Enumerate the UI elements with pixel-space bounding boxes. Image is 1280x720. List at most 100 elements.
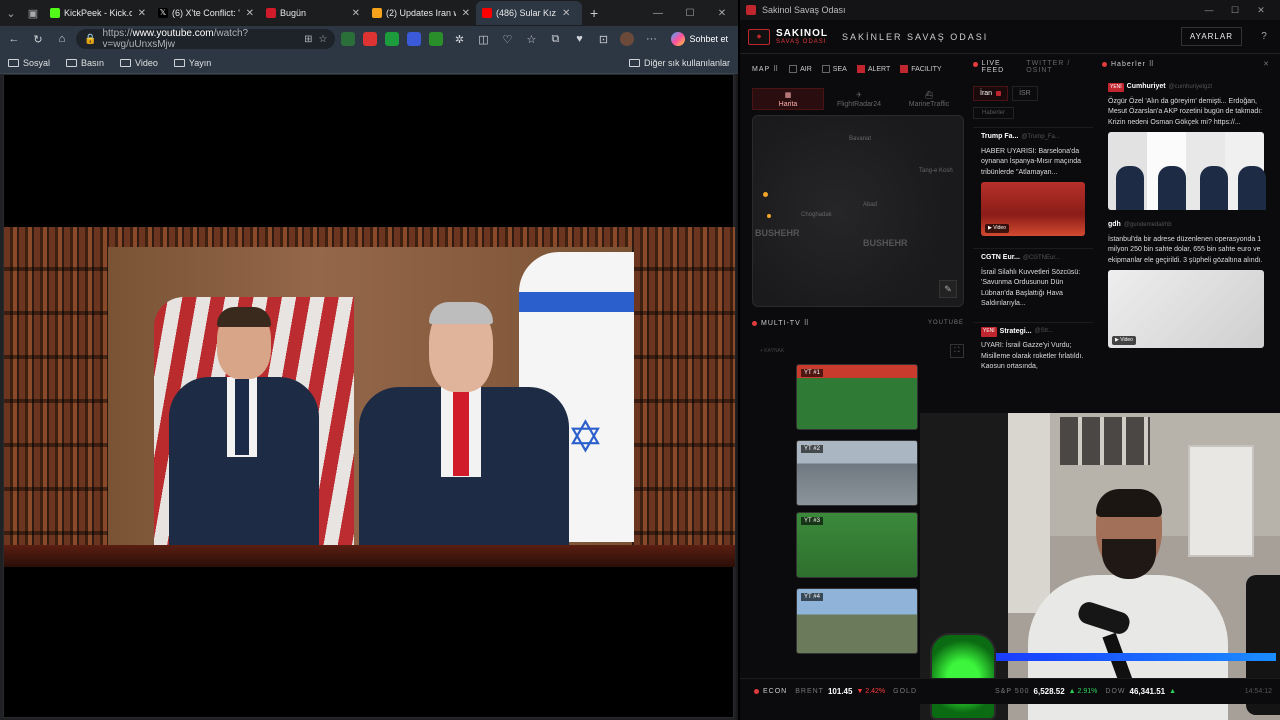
extension-icon[interactable] — [385, 32, 400, 46]
tab-flightradar24[interactable]: ✈ FlightRadar24 — [824, 88, 894, 110]
tab-iran[interactable]: İran — [973, 86, 1009, 101]
favorites-icon[interactable]: ☆ — [521, 29, 541, 49]
tab-bugun[interactable]: Bugün ✕ — [260, 1, 366, 25]
checkbox[interactable] — [789, 65, 798, 73]
performance-icon[interactable]: ♡ — [497, 29, 517, 49]
extension-icon[interactable] — [341, 32, 356, 46]
checkbox[interactable] — [821, 65, 830, 73]
map-marker-icon[interactable] — [763, 192, 768, 197]
copilot-icon — [671, 32, 686, 46]
expand-icon[interactable]: ⛶ — [950, 344, 964, 358]
close-window-icon[interactable]: ✕ — [706, 0, 738, 26]
news-post[interactable]: YENİ Cumhuriyet @cumhuriyetgzt Özgür Özel … — [1102, 82, 1270, 210]
logo-subtitle: SAVAŞ ODASI — [776, 39, 827, 45]
tab-bar: ⌄ ▣ KickPeek - Kick.com ✕ 𝕏 (6) X'te Con… — [0, 0, 738, 26]
video-player[interactable] — [3, 74, 735, 718]
post-video-thumbnail[interactable]: ▶ Video — [981, 182, 1085, 236]
folder-icon — [8, 58, 19, 67]
tab-title: (486) Sular Kız — [496, 8, 557, 18]
feed-post[interactable]: Trump Fa... @Trump_Fa... HABER UYARISI: B… — [973, 127, 1093, 240]
close-icon[interactable]: ✕ — [562, 8, 570, 19]
address-bar[interactable]: 🔒 https://www.youtube.com/watch?v=wg/uUn… — [76, 28, 336, 50]
close-tab-icon[interactable] — [996, 91, 1002, 96]
bookmark-folder-basin[interactable]: Basın — [66, 58, 104, 68]
filter-air[interactable]: AIR — [789, 65, 812, 73]
feed-post[interactable]: YENİ Strategi... @Str... UYARI: İsrail Gaz… — [973, 321, 1093, 377]
read-aloud-icon[interactable]: ⊞ — [304, 34, 312, 45]
filter-alert[interactable]: ALERT — [856, 65, 890, 73]
close-icon[interactable]: ✕ — [138, 8, 146, 19]
close-icon[interactable]: ✕ — [352, 8, 360, 19]
maximize-icon[interactable]: ☐ — [1222, 5, 1248, 16]
post-text: HABER UYARISI: Barselona'da oynanan İspa… — [981, 147, 1081, 176]
tab-isr[interactable]: İSR — [1012, 86, 1038, 101]
extensions-icon[interactable]: ✲ — [449, 29, 469, 49]
tab-x-conflict[interactable]: 𝕏 (6) X'te Conflict: " ✕ — [152, 1, 260, 25]
settings-button[interactable]: AYARLAR — [1180, 27, 1242, 46]
close-icon[interactable]: ✕ — [1263, 60, 1270, 68]
back-icon[interactable]: ← — [4, 29, 24, 49]
filter-sea[interactable]: SEA — [821, 65, 847, 73]
minimize-icon[interactable]: — — [642, 0, 674, 26]
lock-icon: 🔒 — [84, 33, 97, 45]
collections-icon[interactable]: ⧉ — [545, 29, 565, 49]
split-screen-icon[interactable]: ◫ — [473, 29, 493, 49]
youtube-tile-2[interactable]: YT #2 — [796, 440, 918, 506]
more-menu-icon[interactable]: ··· — [641, 29, 661, 49]
bookmark-folder-video[interactable]: Video — [120, 58, 158, 68]
checkbox[interactable] — [900, 65, 909, 73]
close-window-icon[interactable]: ✕ — [1248, 5, 1274, 16]
tile-label: YT #1 — [801, 369, 823, 377]
extension-icon[interactable] — [363, 32, 378, 46]
youtube-tile-3[interactable]: YT #3 — [796, 512, 918, 578]
extension-icon[interactable] — [429, 32, 444, 46]
maximize-icon[interactable]: ☐ — [674, 0, 706, 26]
new-tab-button[interactable]: + — [582, 5, 606, 21]
home-icon[interactable]: ⌂ — [52, 29, 72, 49]
youtube-tile-1[interactable]: YT #1 — [796, 364, 918, 430]
avatar[interactable] — [617, 29, 637, 49]
bookmark-folder-sosyal[interactable]: Sosyal — [8, 58, 50, 68]
close-icon[interactable]: ✕ — [462, 8, 470, 19]
tab-marinetraffic[interactable]: ⛴ MarineTraffic — [894, 88, 964, 110]
help-icon[interactable]: ? — [1256, 29, 1272, 45]
tab-youtube[interactable]: (486) Sular Kız ✕ — [476, 1, 582, 25]
screenshot-icon[interactable]: ⊡ — [593, 29, 613, 49]
tab-actions-icon[interactable]: ⌄ — [0, 2, 22, 24]
live-feed-header: LIVE FEED TWITTER / OSINT — [973, 60, 1093, 74]
bookmark-folder-yayin[interactable]: Yayın — [173, 58, 211, 68]
copilot-button[interactable]: Sohbet et — [665, 32, 734, 46]
minimize-icon[interactable]: — — [1196, 5, 1222, 16]
app-window-controls: — ☐ ✕ — [1196, 5, 1274, 16]
news-post[interactable]: gdh @gundemedairhb İstanbul'da bir adrese… — [1102, 220, 1270, 348]
live-feed-panel: LIVE FEED TWITTER / OSINT İran İSR Haber… — [973, 60, 1093, 415]
map-place-label: Tang-e Kosh — [919, 168, 953, 174]
map-place-label: Bavanat — [849, 136, 872, 142]
youtube-tile-4[interactable]: YT #4 — [796, 588, 918, 654]
app-titlebar: Sakinol Savaş Odası — ☐ ✕ — [740, 0, 1280, 20]
browser-essentials-icon[interactable]: ♥ — [569, 29, 589, 49]
post-text: İsrail Silahlı Kuvvetleri Sözcüsü: 'Savu… — [981, 268, 1081, 308]
translate-extension-icon[interactable] — [407, 32, 422, 46]
workspaces-icon[interactable]: ▣ — [22, 2, 44, 24]
checkbox[interactable] — [856, 65, 865, 73]
post-handle: @CGTNEur... — [1022, 254, 1061, 261]
tab-kickpeek[interactable]: KickPeek - Kick.com ✕ — [44, 1, 152, 25]
tab-updates-iran[interactable]: (2) Updates Iran wa ✕ — [366, 1, 476, 25]
other-favorites[interactable]: Diğer sık kullanılanlar — [628, 58, 730, 68]
filter-facility[interactable]: FACILITY — [900, 65, 942, 73]
favorite-star-icon[interactable]: ☆ — [319, 34, 328, 45]
post-video-thumbnail[interactable]: ▶ Video — [1108, 270, 1264, 348]
refresh-icon[interactable]: ↻ — [28, 29, 48, 49]
folder-icon — [66, 58, 78, 67]
logo-title: SAKINOL — [776, 28, 828, 39]
close-icon[interactable]: ✕ — [246, 8, 254, 19]
tab-harita[interactable]: ▦ Harita — [752, 88, 824, 110]
edit-pencil-icon[interactable]: ✎ — [939, 280, 957, 298]
feed-post[interactable]: CGTN Eur... @CGTNEur... İsrail Silahlı Ku… — [973, 248, 1093, 314]
add-source-button[interactable]: + KAYNAK — [760, 348, 784, 354]
post-image[interactable] — [1108, 132, 1266, 210]
map-marker-icon[interactable] — [767, 214, 771, 218]
map-view[interactable]: Bavanat Tang-e Kosh Choghadak Abad BUSHE… — [752, 115, 964, 307]
tab-haberler[interactable]: Haberler — [973, 107, 1015, 119]
